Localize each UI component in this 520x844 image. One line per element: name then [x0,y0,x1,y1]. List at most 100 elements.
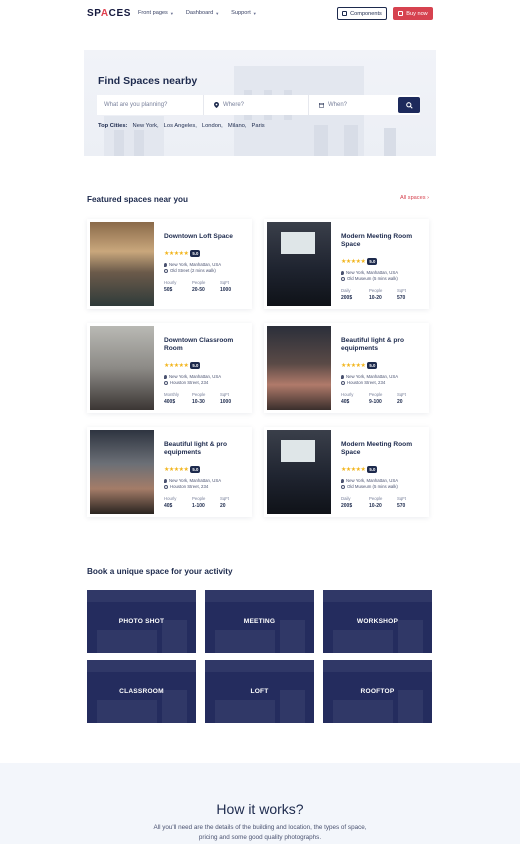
clock-icon [164,380,168,385]
activity-tile-label: ROOFTOP [360,688,395,695]
sqft-value: 570 [397,503,406,509]
activity-tile[interactable]: PHOTO SHOT [87,590,196,653]
activity-tile-label: PHOTO SHOT [118,618,165,625]
activity-tile-label: CLASSROOM [119,688,164,695]
activity-tile[interactable]: LOFT [205,660,314,723]
calendar-icon [319,103,324,108]
location-input[interactable]: Where? [204,95,309,115]
people-label: People [369,392,383,397]
space-photo [267,430,331,514]
activity-search-input[interactable]: What are you planning? [97,95,204,115]
activity-tile-label: LOFT [250,688,269,695]
activity-tile[interactable]: CLASSROOM [87,660,196,723]
price-value: 200$ [341,295,353,301]
rating-badge: 5.0 [190,362,201,369]
people-label: People [369,288,383,293]
top-navbar: SPACES Front pages ▼ Dashboard ▼ Support ▼ … [0,0,520,28]
space-address: New York, Manhattan, USA [164,374,221,379]
search-bar: What are you planning? Where? When? [97,95,420,115]
space-nearby: Houston Street, 234 [341,380,385,385]
cart-icon [398,11,404,16]
space-title[interactable]: Downtown Classroom Room [164,337,246,353]
space-photo [267,326,331,410]
space-card[interactable]: Downtown Classroom Room ★★★★★ 5.0 New Yo… [87,323,252,413]
space-nearby: Old Museum (5 mins walk) [341,484,398,489]
nav-front-pages[interactable]: Front pages ▼ [138,10,174,16]
people-label: People [369,496,383,501]
rating-badge: 5.0 [367,466,378,473]
activity-tile[interactable]: WORKSHOP [323,590,432,653]
map-pin-icon [164,478,167,483]
nav-dashboard[interactable]: Dashboard ▼ [186,10,219,16]
how-it-works-text: All you'll need are the details of the b… [153,824,367,841]
space-stats: Hourly 50$ People 20-50 SqFt 1000 [164,280,248,293]
rating: ★★★★★ 5.0 [341,258,378,265]
space-card[interactable]: Modern Meeting Room Space ★★★★★ 5.0 New … [264,219,429,309]
space-title[interactable]: Downtown Loft Space [164,233,246,241]
star-icon: ★★★★★ [164,251,189,257]
map-pin-icon [214,102,219,108]
people-value: 1-100 [192,503,205,509]
space-title[interactable]: Modern Meeting Room Space [341,233,423,249]
people-label: People [192,496,206,501]
components-button[interactable]: Components [337,7,387,20]
sqft-label: SqFt [220,496,230,501]
search-button[interactable] [398,97,420,113]
star-icon: ★★★★★ [164,363,189,369]
price-value: 40$ [164,503,173,509]
people-value: 10-30 [192,399,205,405]
space-address: New York, Manhattan, USA [164,262,221,267]
map-pin-icon [341,478,344,483]
rating: ★★★★★ 5.0 [164,250,201,257]
space-stats: Hourly 40$ People 9-100 SqFt 20 [341,392,425,405]
city-link[interactable]: Los Angeles, [164,123,197,129]
activities-section-title: Book a unique space for your activity [87,567,233,576]
price-value: 200$ [341,503,353,509]
all-spaces-link[interactable]: All spaces › [400,195,429,201]
clock-icon [164,484,168,489]
space-address: New York, Manhattan, USA [341,478,398,483]
space-card[interactable]: Downtown Loft Space ★★★★★ 5.0 New York, … [87,219,252,309]
people-value: 9-100 [369,399,382,405]
city-link[interactable]: Milano, [228,123,247,129]
rating-badge: 5.0 [367,258,378,265]
space-title[interactable]: Beautiful light & pro equipments [164,441,246,457]
sqft-label: SqFt [397,392,407,397]
space-title[interactable]: Modern Meeting Room Space [341,441,423,457]
activity-tile[interactable]: ROOFTOP [323,660,432,723]
price-label: Hourly [341,392,354,397]
how-it-works-title: How it works? [216,801,304,817]
space-title[interactable]: Beautiful light & pro equipments [341,337,423,353]
clock-icon [341,380,345,385]
sqft-label: SqFt [397,496,407,501]
sqft-value: 1000 [220,399,232,405]
sqft-label: SqFt [220,392,230,397]
clock-icon [341,276,345,281]
people-value: 20-50 [192,287,205,293]
space-photo [90,222,154,306]
space-card[interactable]: Beautiful light & pro equipments ★★★★★ 5… [87,427,252,517]
rating: ★★★★★ 5.0 [164,466,201,473]
space-photo [90,430,154,514]
rating-badge: 5.0 [190,250,201,257]
price-value: 50$ [164,287,173,293]
space-card[interactable]: Modern Meeting Room Space ★★★★★ 5.0 New … [264,427,429,517]
clock-icon [341,484,345,489]
buy-now-button[interactable]: Buy now [393,7,433,20]
date-input[interactable]: When? [309,95,397,115]
price-label: Daily [341,496,351,501]
sqft-value: 20 [220,503,226,509]
nav-support[interactable]: Support ▼ [231,10,257,16]
activity-tile-label: WORKSHOP [356,618,399,625]
city-link[interactable]: London, [202,123,223,129]
logo[interactable]: SPACES [87,8,131,19]
search-icon [405,101,413,109]
city-link[interactable]: New York, [133,123,159,129]
space-address: New York, Manhattan, USA [341,374,398,379]
space-card[interactable]: Beautiful light & pro equipments ★★★★★ 5… [264,323,429,413]
chevron-right-icon: › [427,195,429,201]
price-value: 40$ [341,399,350,405]
city-link[interactable]: Paris [252,123,265,129]
top-cities: Top Cities: New York, Los Angeles, Londo… [98,123,265,129]
activity-tile[interactable]: MEETING [205,590,314,653]
